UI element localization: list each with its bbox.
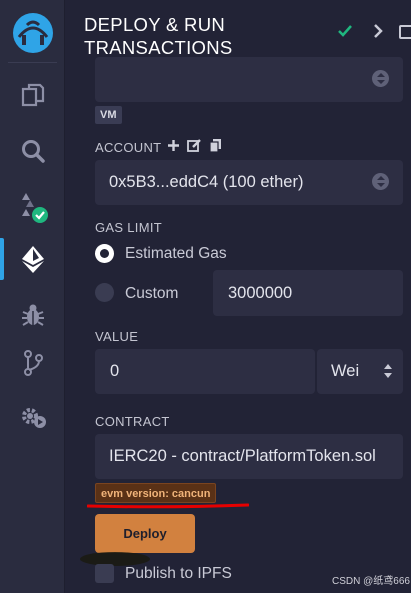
estimated-gas-label: Estimated Gas [125,245,227,262]
gas-limit-label: GAS LIMIT [95,220,162,235]
evm-version-badge: evm version: cancun [95,483,217,503]
deploy-button[interactable]: Deploy [95,514,195,553]
unit-select[interactable]: Wei [317,349,403,394]
edit-icon[interactable] [187,138,202,153]
custom-gas-radio[interactable] [95,283,114,302]
select-arrows-icon [372,173,389,190]
rail-divider [8,62,57,63]
environment-select[interactable] [95,57,403,102]
unit-value: Wei [331,362,360,380]
select-arrows-icon [372,70,389,87]
icon-sidebar [0,0,65,593]
estimated-gas-radio[interactable] [95,244,114,263]
git-icon[interactable] [0,336,65,390]
copy-icon[interactable] [209,138,222,153]
red-underline-annotation [87,503,249,509]
chevron-right-icon[interactable] [372,22,384,40]
debugger-icon[interactable] [0,288,65,342]
plus-icon[interactable] [167,139,180,152]
annotation-smudge [80,552,150,566]
solidity-compiler-icon[interactable] [0,180,65,234]
contract-value: IERC20 - contract/PlatformToken.sol [109,447,376,465]
gas-limit-input[interactable]: 3000000 [213,270,403,316]
value-label: VALUE [95,329,139,344]
panel-header: DEPLOY & RUN TRANSACTIONS [65,0,411,62]
watermark: CSDN @纸鸢666 [332,576,410,587]
account-actions [167,138,222,153]
publish-ipfs-label: Publish to IPFS [125,565,232,582]
contract-label: CONTRACT [95,414,170,429]
panel-toggle-icon[interactable] [399,25,411,39]
account-label: ACCOUNT [95,140,162,155]
check-icon [338,25,352,37]
contract-select[interactable]: IERC20 - contract/PlatformToken.sol [95,434,403,479]
custom-gas-label: Custom [125,285,179,302]
page-title: DEPLOY & RUN TRANSACTIONS [84,14,233,58]
plugin-settings-icon[interactable] [0,390,65,444]
account-select[interactable]: 0x5B3...eddC4 (100 ether) [95,160,403,205]
deploy-run-panel: VM ACCOUNT 0x5B3...eddC4 (100 ether) GAS… [65,57,411,593]
search-icon[interactable] [0,124,65,178]
select-arrows-icon [384,364,392,378]
vm-badge: VM [95,106,122,124]
account-value: 0x5B3...eddC4 (100 ether) [109,173,304,191]
publish-ipfs-checkbox[interactable] [95,564,114,583]
file-explorer-icon[interactable] [0,68,65,122]
remix-logo-icon[interactable] [0,6,65,60]
value-input[interactable]: 0 [95,349,315,394]
deploy-run-icon[interactable] [0,232,65,286]
